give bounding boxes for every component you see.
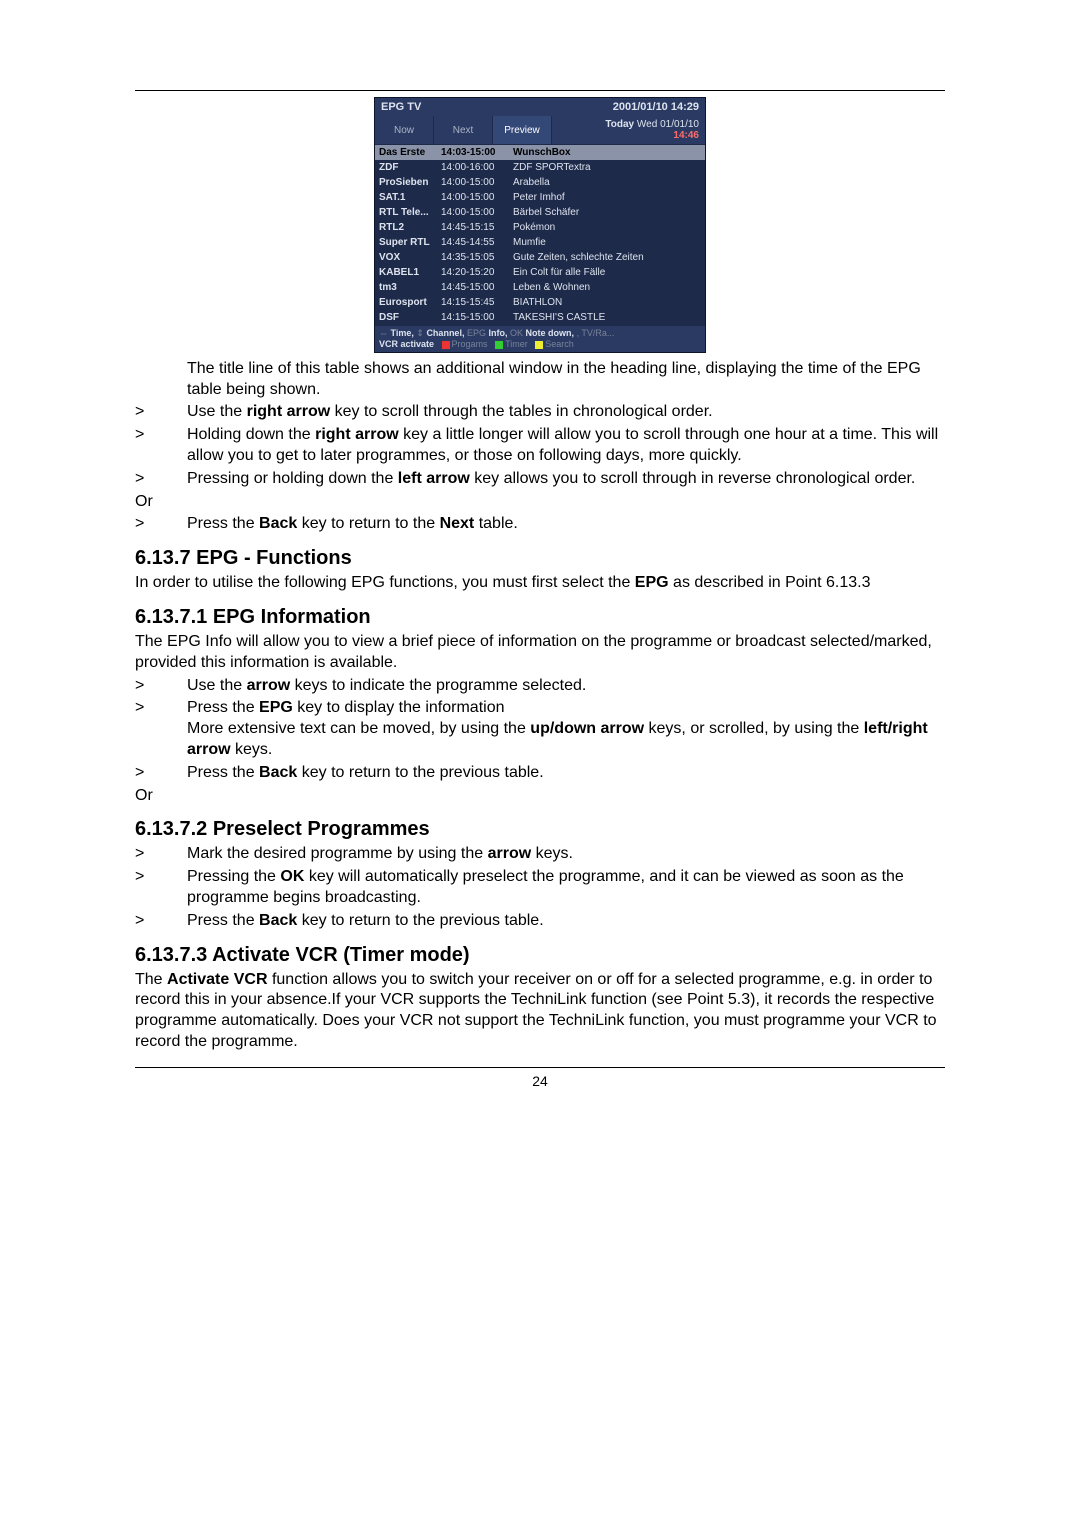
epg-screenshot: EPG TV 2001/01/10 14:29 Now Next Preview… [374, 97, 706, 353]
heading-6137: 6.13.7 EPG - Functions [135, 545, 945, 571]
heading-61372: 6.13.7.2 Preselect Programmes [135, 816, 945, 842]
paragraph: In order to utilise the following EPG fu… [135, 573, 945, 594]
today-label: Today [605, 119, 634, 130]
table-row[interactable]: VOX14:35-15:05Gute Zeiten, schlechte Zei… [375, 250, 705, 265]
paragraph: The EPG Info will allow you to view a br… [135, 632, 945, 674]
table-row[interactable]: RTL Tele...14:00-15:00Bärbel Schäfer [375, 205, 705, 220]
heading-61373: 6.13.7.3 Activate VCR (Timer mode) [135, 942, 945, 968]
time-label: 14:46 [673, 130, 699, 141]
list-item: > Pressing the OK key will automatically… [135, 867, 945, 909]
epg-footer: ⇔ Time, ⇕ Channel, EPG Info, OK Note dow… [375, 326, 705, 352]
paragraph: The Activate VCR function allows you to … [135, 970, 945, 1053]
page-number: 24 [135, 1072, 945, 1090]
table-row[interactable]: RTL214:45-15:15Pokémon [375, 220, 705, 235]
epg-titlebar: EPG TV 2001/01/10 14:29 [375, 98, 705, 116]
table-row[interactable]: KABEL114:20-15:20Ein Colt für alle Fälle [375, 265, 705, 280]
epg-tabs: Now Next Preview Today Wed 01/01/10 14:4… [375, 116, 705, 144]
list-item: > Press the Back key to return to the pr… [135, 911, 945, 932]
table-row[interactable]: Eurosport14:15-15:45BIATHLON [375, 295, 705, 310]
table-row[interactable]: DSF14:15-15:00TAKESHI'S CASTLE [375, 310, 705, 325]
or-label: Or [135, 786, 945, 807]
epg-table: Das Erste 14:03-15:00 WunschBox ZDF14:00… [375, 144, 705, 326]
date-label: Wed 01/01/10 [637, 119, 699, 130]
yellow-box-icon [535, 341, 543, 349]
list-item: > Holding down the right arrow key a lit… [135, 425, 945, 467]
list-item: > Use the arrow keys to indicate the pro… [135, 676, 945, 697]
table-row[interactable]: SAT.114:00-15:00Peter Imhof [375, 190, 705, 205]
table-row[interactable]: Das Erste 14:03-15:00 WunschBox [375, 145, 705, 160]
bottom-rule [135, 1067, 945, 1068]
table-row[interactable]: ProSieben14:00-15:00Arabella [375, 175, 705, 190]
table-row[interactable]: ZDF14:00-16:00ZDF SPORTextra [375, 160, 705, 175]
tab-now[interactable]: Now [375, 116, 434, 144]
red-box-icon [442, 341, 450, 349]
heading-61371: 6.13.7.1 EPG Information [135, 604, 945, 630]
table-row[interactable]: tm314:45-15:00Leben & Wohnen [375, 280, 705, 295]
or-label: Or [135, 492, 945, 513]
list-item: > Pressing or holding down the left arro… [135, 469, 945, 490]
green-box-icon [495, 341, 503, 349]
tab-datebox: Today Wed 01/01/10 14:46 [552, 116, 705, 144]
document-page: EPG TV 2001/01/10 14:29 Now Next Preview… [135, 90, 945, 1090]
list-item: > Press the EPG key to display the infor… [135, 698, 945, 760]
list-item: > Press the Back key to return to the Ne… [135, 514, 945, 535]
list-item: > Mark the desired programme by using th… [135, 844, 945, 865]
tab-preview[interactable]: Preview [493, 116, 552, 144]
list-item: > Use the right arrow key to scroll thro… [135, 402, 945, 423]
list-item: > Press the Back key to return to the pr… [135, 763, 945, 784]
tab-next[interactable]: Next [434, 116, 493, 144]
epg-title-left: EPG TV [381, 100, 421, 114]
top-rule [135, 90, 945, 91]
table-row[interactable]: Super RTL14:45-14:55Mumfie [375, 235, 705, 250]
epg-title-right: 2001/01/10 14:29 [613, 100, 699, 114]
paragraph: The title line of this table shows an ad… [187, 359, 945, 401]
